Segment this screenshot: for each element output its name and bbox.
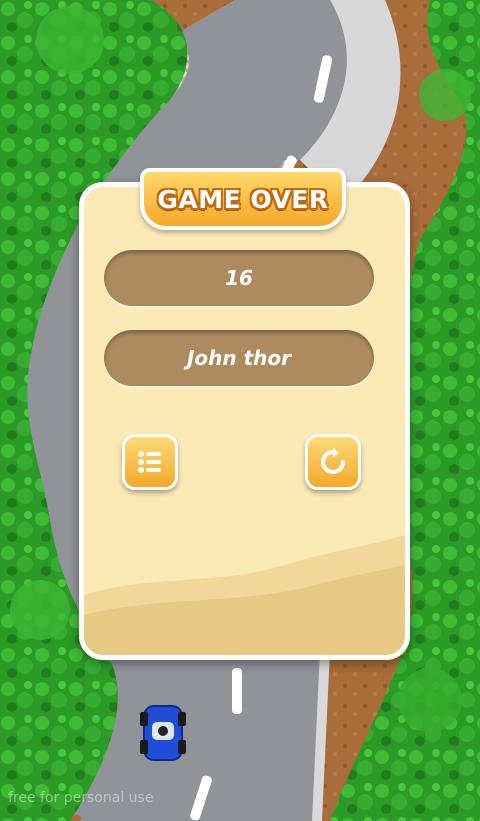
leaderboard-button[interactable]: [122, 434, 178, 490]
restart-button[interactable]: [305, 434, 361, 490]
player-name-field[interactable]: John thor: [104, 330, 374, 386]
watermark-text: free for personal use: [8, 790, 154, 806]
list-icon: [138, 451, 161, 473]
game-over-title: GAME OVER: [157, 184, 329, 214]
game-screen: GAME OVER 16 John thor free for personal…: [0, 0, 480, 821]
panel-sand-decoration: [84, 535, 405, 655]
title-banner: GAME OVER: [140, 168, 346, 230]
score-display: 16: [104, 250, 374, 306]
restart-icon: [321, 448, 345, 474]
player-car: [140, 705, 186, 761]
